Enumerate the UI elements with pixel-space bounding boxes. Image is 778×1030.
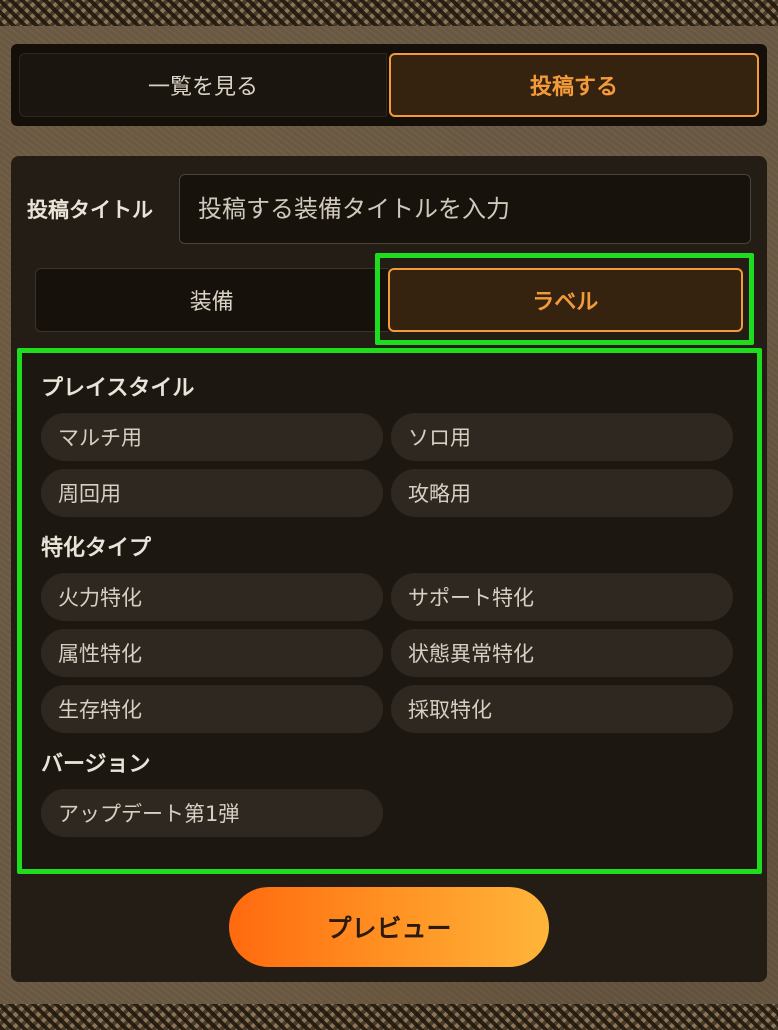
label-chip-solo[interactable]: ソロ用 — [391, 413, 733, 461]
post-form-panel: 投稿タイトル 装備 ラベル プレイスタイル マルチ用 ソロ用 周回用 攻略用 特… — [11, 156, 767, 982]
label-chip-capture[interactable]: 攻略用 — [391, 469, 733, 517]
label-chip-farming[interactable]: 周回用 — [41, 469, 383, 517]
version-options: アップデート第1弾 — [41, 789, 739, 837]
tab-view-list[interactable]: 一覧を見る — [19, 53, 387, 117]
specialization-options: 火力特化 サポート特化 属性特化 状態異常特化 生存特化 採取特化 — [41, 573, 739, 733]
tab-post[interactable]: 投稿する — [389, 53, 759, 117]
tab-label[interactable]: ラベル — [387, 268, 743, 332]
title-row: 投稿タイトル — [27, 174, 751, 244]
title-label: 投稿タイトル — [27, 198, 153, 222]
label-chip-status[interactable]: 状態異常特化 — [391, 629, 733, 677]
label-chip-gathering[interactable]: 採取特化 — [391, 685, 733, 733]
label-chip-survival[interactable]: 生存特化 — [41, 685, 383, 733]
label-chip-firepower[interactable]: 火力特化 — [41, 573, 383, 621]
playstyle-options: マルチ用 ソロ用 周回用 攻略用 — [41, 413, 739, 517]
label-selection-box: プレイスタイル マルチ用 ソロ用 周回用 攻略用 特化タイプ 火力特化 サポート… — [17, 348, 762, 874]
decorative-border-top — [0, 0, 778, 26]
label-chip-element[interactable]: 属性特化 — [41, 629, 383, 677]
top-tab-bar: 一覧を見る 投稿する — [11, 44, 767, 126]
group-title-version: バージョン — [41, 752, 151, 777]
sub-tab-bar: 装備 ラベル — [35, 268, 743, 332]
label-chip-multi[interactable]: マルチ用 — [41, 413, 383, 461]
label-chip-support[interactable]: サポート特化 — [391, 573, 733, 621]
tab-equipment[interactable]: 装備 — [35, 268, 388, 332]
decorative-border-bottom — [0, 1004, 778, 1030]
group-title-specialization: 特化タイプ — [41, 536, 152, 561]
title-input[interactable] — [179, 174, 751, 244]
preview-button[interactable]: プレビュー — [229, 887, 549, 967]
group-title-playstyle: プレイスタイル — [41, 376, 195, 401]
label-chip-update-1[interactable]: アップデート第1弾 — [41, 789, 383, 837]
